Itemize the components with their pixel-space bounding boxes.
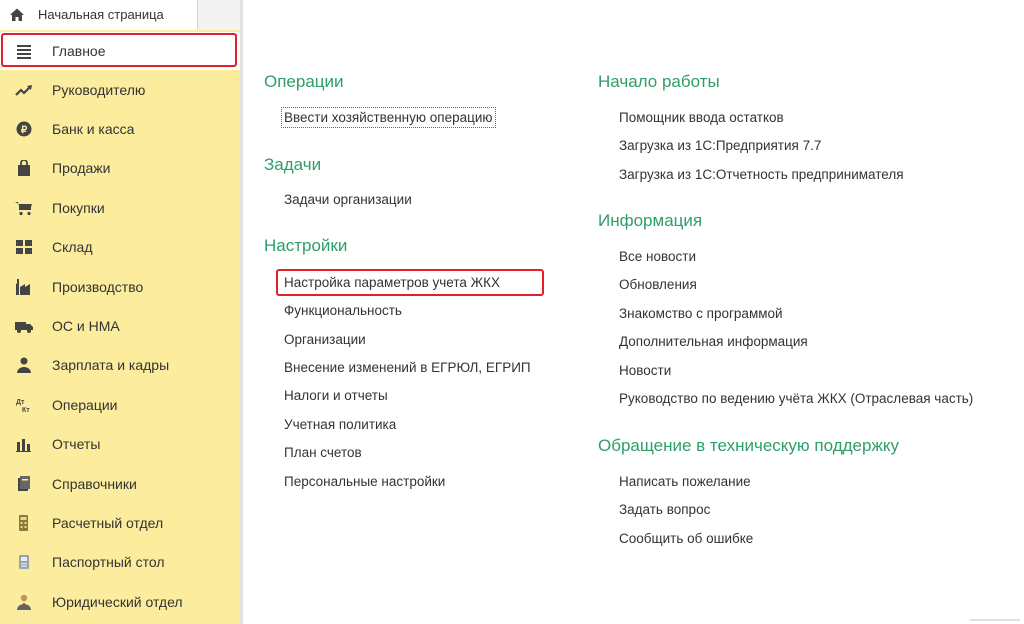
books-icon bbox=[18, 476, 30, 491]
link-import-1c77[interactable]: Загрузка из 1С:Предприятия 7.7 bbox=[619, 138, 821, 153]
person-icon bbox=[17, 357, 31, 373]
sidebar-item-reports[interactable]: Отчеты bbox=[0, 425, 240, 463]
tab-bar-background bbox=[198, 0, 240, 30]
link-import-1c-entrepreneur[interactable]: Загрузка из 1С:Отчетность предпринимател… bbox=[619, 167, 904, 182]
link-updates[interactable]: Обновления bbox=[619, 277, 697, 292]
sidebar-divider bbox=[240, 0, 243, 624]
sidebar-item-fixed-assets[interactable]: ОС и НМА bbox=[0, 307, 240, 345]
section-title-settings: Настройки bbox=[264, 236, 348, 255]
sidebar-item-production[interactable]: Производство bbox=[0, 268, 240, 306]
sidebar-item-bank[interactable]: ₽ Банк и касса bbox=[0, 110, 240, 148]
sidebar-item-billing[interactable]: Расчетный отдел bbox=[0, 504, 240, 542]
sidebar-item-label: Юридический отдел bbox=[52, 594, 183, 610]
sidebar-item-label: Расчетный отдел bbox=[52, 515, 164, 531]
link-functionality[interactable]: Функциональность bbox=[284, 303, 402, 318]
calculator-icon bbox=[19, 515, 28, 531]
section-title-tasks: Задачи bbox=[264, 155, 322, 174]
sidebar-item-sales[interactable]: Продажи bbox=[0, 149, 240, 187]
tab-home-label: Начальная страница bbox=[38, 7, 164, 22]
sidebar-item-label: Операции bbox=[52, 397, 118, 413]
sidebar-item-purchases[interactable]: Покупки bbox=[0, 189, 240, 227]
link-accounting-policy[interactable]: Учетная политика bbox=[284, 417, 396, 432]
trend-up-icon bbox=[15, 85, 32, 96]
sidebar-item-legal[interactable]: Юридический отдел bbox=[0, 583, 240, 621]
cart-icon bbox=[15, 202, 32, 216]
section-title-operations: Операции bbox=[264, 72, 344, 91]
sidebar-item-label: Покупки bbox=[52, 200, 105, 216]
svg-text:Дт: Дт bbox=[16, 399, 25, 406]
link-organizations[interactable]: Организации bbox=[284, 332, 366, 347]
sidebar-item-operations[interactable]: Дт Кт Операции bbox=[0, 386, 240, 424]
sidebar-item-passport[interactable]: Паспортный стол bbox=[0, 543, 240, 581]
section-title-info: Информация bbox=[598, 211, 703, 230]
scroll-indicator bbox=[970, 619, 1020, 621]
link-report-error[interactable]: Сообщить об ошибке bbox=[619, 531, 753, 546]
passport-icon bbox=[19, 555, 29, 569]
sidebar-item-salary[interactable]: Зарплата и кадры bbox=[0, 346, 240, 384]
sidebar-item-label: Руководителю bbox=[52, 82, 146, 98]
sidebar-item-label: Справочники bbox=[52, 476, 137, 492]
svg-text:Кт: Кт bbox=[22, 407, 30, 413]
tab-home[interactable]: Начальная страница bbox=[0, 0, 198, 30]
truck-icon bbox=[15, 322, 33, 333]
link-zkh-guide[interactable]: Руководство по ведению учёта ЖКХ (Отрасл… bbox=[619, 391, 973, 406]
home-icon bbox=[10, 8, 24, 21]
link-program-intro[interactable]: Знакомство с программой bbox=[619, 306, 783, 321]
sidebar-item-directories[interactable]: Справочники bbox=[0, 465, 240, 503]
warehouse-grid-icon bbox=[16, 240, 32, 254]
section-title-start: Начало работы bbox=[598, 72, 720, 91]
ruble-coin-icon: ₽ bbox=[16, 121, 32, 137]
sidebar-item-label: Зарплата и кадры bbox=[52, 357, 170, 373]
link-chart-of-accounts[interactable]: План счетов bbox=[284, 445, 362, 460]
link-news[interactable]: Новости bbox=[619, 363, 671, 378]
svg-text:₽: ₽ bbox=[21, 125, 28, 136]
sidebar-item-label: Отчеты bbox=[52, 436, 101, 452]
lawyer-icon bbox=[17, 594, 31, 610]
sidebar-item-label: Склад bbox=[52, 239, 93, 255]
sidebar-item-manager[interactable]: Руководителю bbox=[0, 71, 240, 109]
sidebar-item-label: ОС и НМА bbox=[52, 318, 120, 334]
sidebar-item-label: Производство bbox=[52, 279, 144, 295]
link-opening-balances[interactable]: Помощник ввода остатков bbox=[619, 110, 784, 125]
link-ask-question[interactable]: Задать вопрос bbox=[619, 502, 710, 517]
menu-lines-icon bbox=[17, 45, 31, 59]
section-title-support: Обращение в техническую поддержку bbox=[598, 436, 899, 455]
link-enter-business-operation[interactable]: Ввести хозяйственную операцию bbox=[281, 107, 496, 128]
link-zkh-settings[interactable]: Настройка параметров учета ЖКХ bbox=[284, 275, 500, 290]
sidebar: Главное Руководителю ₽ Банк и касса Прод… bbox=[0, 30, 240, 624]
sidebar-item-label: Продажи bbox=[52, 160, 111, 176]
shopping-bag-icon bbox=[18, 160, 30, 176]
bar-chart-icon bbox=[16, 439, 31, 452]
factory-icon bbox=[16, 279, 30, 295]
link-taxes-reports[interactable]: Налоги и отчеты bbox=[284, 388, 388, 403]
link-personal-settings[interactable]: Персональные настройки bbox=[284, 474, 445, 489]
sidebar-item-label: Главное bbox=[52, 43, 106, 59]
link-organization-tasks[interactable]: Задачи организации bbox=[284, 192, 412, 207]
link-write-wish[interactable]: Написать пожелание bbox=[619, 474, 751, 489]
sidebar-item-warehouse[interactable]: Склад bbox=[0, 228, 240, 266]
sidebar-item-label: Паспортный стол bbox=[52, 554, 165, 570]
sidebar-item-main[interactable]: Главное bbox=[0, 32, 240, 70]
dt-kt-icon: Дт Кт bbox=[16, 399, 30, 413]
link-all-news[interactable]: Все новости bbox=[619, 249, 696, 264]
link-additional-info[interactable]: Дополнительная информация bbox=[619, 334, 808, 349]
sidebar-item-label: Банк и касса bbox=[52, 121, 135, 137]
link-egrul-changes[interactable]: Внесение изменений в ЕГРЮЛ, ЕГРИП bbox=[284, 360, 531, 375]
